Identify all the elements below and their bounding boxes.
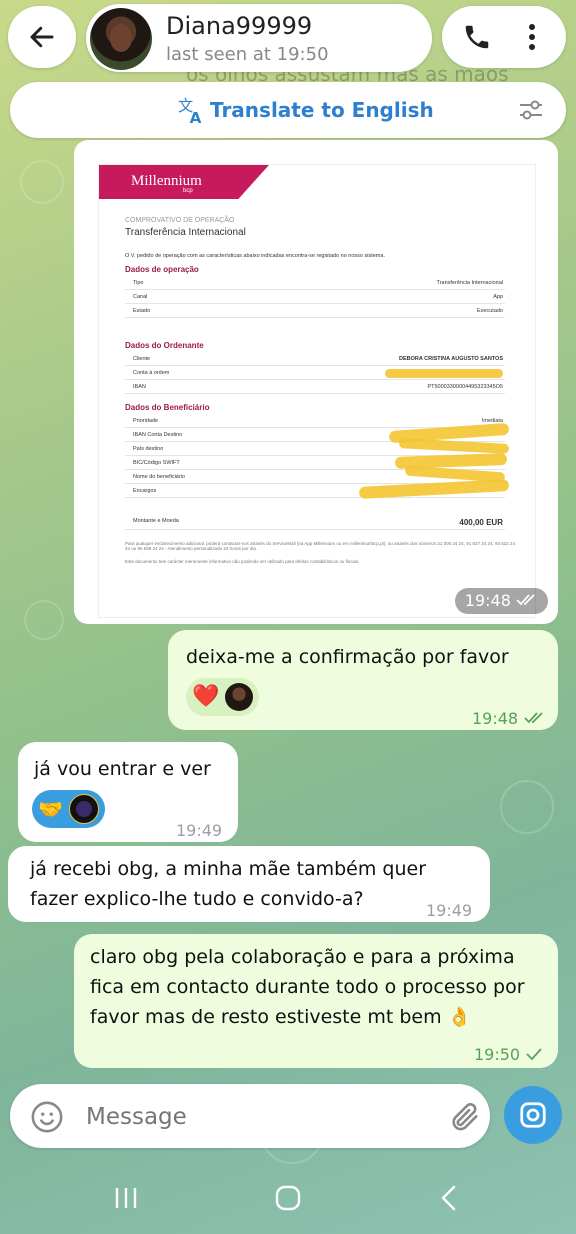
camera-icon [520, 1102, 546, 1128]
message-text: já recebi obg, a minha mãe também quer f… [30, 858, 427, 910]
reaction-chip[interactable]: 🤝 [32, 790, 105, 828]
message-text: claro obg pela colaboração e para a próx… [90, 946, 525, 1028]
handshake-reaction-icon: 🤝 [38, 797, 63, 821]
phone-icon[interactable] [462, 22, 492, 52]
bank-logo-sub: bcp [183, 188, 193, 194]
message-bubble[interactable]: claro obg pela colaboração e para a próx… [74, 934, 558, 1068]
background-doodle [24, 600, 64, 640]
message-time: 19:48 [472, 704, 547, 734]
system-nav-bar [0, 1160, 576, 1234]
doc-row: Tipo Transferência Internacional [125, 277, 505, 290]
translate-bar[interactable]: 文A Translate to English [10, 82, 566, 138]
translate-label: Translate to English [210, 98, 434, 122]
message-bubble[interactable]: já vou entrar e ver 🤝 19:49 [18, 742, 238, 842]
reactor-avatar [68, 794, 99, 824]
translate-icon: 文A [178, 97, 202, 124]
message-time: 19:49 [176, 821, 223, 840]
message-bubble[interactable]: já recebi obg, a minha mãe também quer f… [8, 846, 490, 922]
settings-sliders-icon[interactable] [518, 98, 544, 122]
doc-kicker: COMPROVATIVO DE OPERAÇÃO [125, 217, 235, 224]
emoji-icon[interactable] [30, 1100, 64, 1134]
doc-row: Canal App [125, 291, 505, 304]
reactor-avatar [225, 683, 254, 711]
nav-back-icon[interactable] [438, 1184, 460, 1212]
contact-header[interactable]: Diana99999 last seen at 19:50 [86, 4, 432, 72]
attach-icon[interactable] [448, 1100, 482, 1134]
doc-row: Estado Executado [125, 305, 505, 318]
doc-row: IBAN PT50003300004495323345O5 [125, 381, 505, 394]
double-check-icon [516, 594, 535, 606]
doc-intro: O V. pedido de operação com as caracterí… [125, 253, 385, 259]
check-icon [526, 1048, 542, 1061]
reaction-chip[interactable]: ❤️ [186, 678, 260, 716]
message-text: deixa-me a confirmação por favor [186, 646, 509, 668]
redaction-scribble [385, 369, 503, 378]
svg-text:A: A [190, 109, 202, 124]
doc-footer: Para qualquer esclarecimento adicional, … [125, 541, 515, 551]
doc-title: Transferência Internacional [125, 227, 246, 238]
receipt-document: Millennium bcp COMPROVATIVO DE OPERAÇÃO … [98, 164, 536, 618]
background-doodle [20, 160, 64, 204]
contact-name: Diana99999 [166, 12, 313, 40]
header-actions [442, 6, 566, 68]
nav-home-icon[interactable] [274, 1184, 302, 1212]
section-sender: Dados do Ordenante [125, 341, 204, 350]
doc-row: Cliente DEBORA CRISTINA AUGUSTO SANTOS [125, 353, 505, 366]
back-arrow-icon [30, 26, 54, 48]
camera-button[interactable] [504, 1086, 562, 1144]
avatar[interactable] [90, 8, 152, 70]
image-time: 19:48 [454, 588, 548, 614]
back-button[interactable] [8, 6, 76, 68]
section-operation: Dados de operação [125, 265, 199, 274]
heart-reaction-icon: ❤️ [192, 684, 220, 709]
message-composer [10, 1084, 490, 1148]
double-check-icon [524, 712, 543, 724]
message-text: já vou entrar e ver [34, 758, 211, 780]
nav-recents-icon[interactable] [112, 1186, 140, 1210]
doc-disclaimer: Este documento tem carácter meramente in… [125, 559, 360, 564]
more-vert-icon[interactable] [526, 22, 538, 52]
image-message[interactable]: Millennium bcp COMPROVATIVO DE OPERAÇÃO … [74, 140, 558, 624]
section-beneficiary: Dados do Beneficiário [125, 403, 210, 412]
message-input[interactable] [84, 1096, 418, 1138]
message-time: 19:49 [426, 901, 473, 920]
background-doodle [500, 780, 554, 834]
last-seen-status: last seen at 19:50 [166, 44, 329, 65]
amount-row: Montante e Moeda 400,00 EUR [125, 515, 505, 530]
message-time: 19:50 [474, 1040, 543, 1070]
message-bubble[interactable]: deixa-me a confirmação por favor ❤️ 19:4… [168, 630, 558, 730]
